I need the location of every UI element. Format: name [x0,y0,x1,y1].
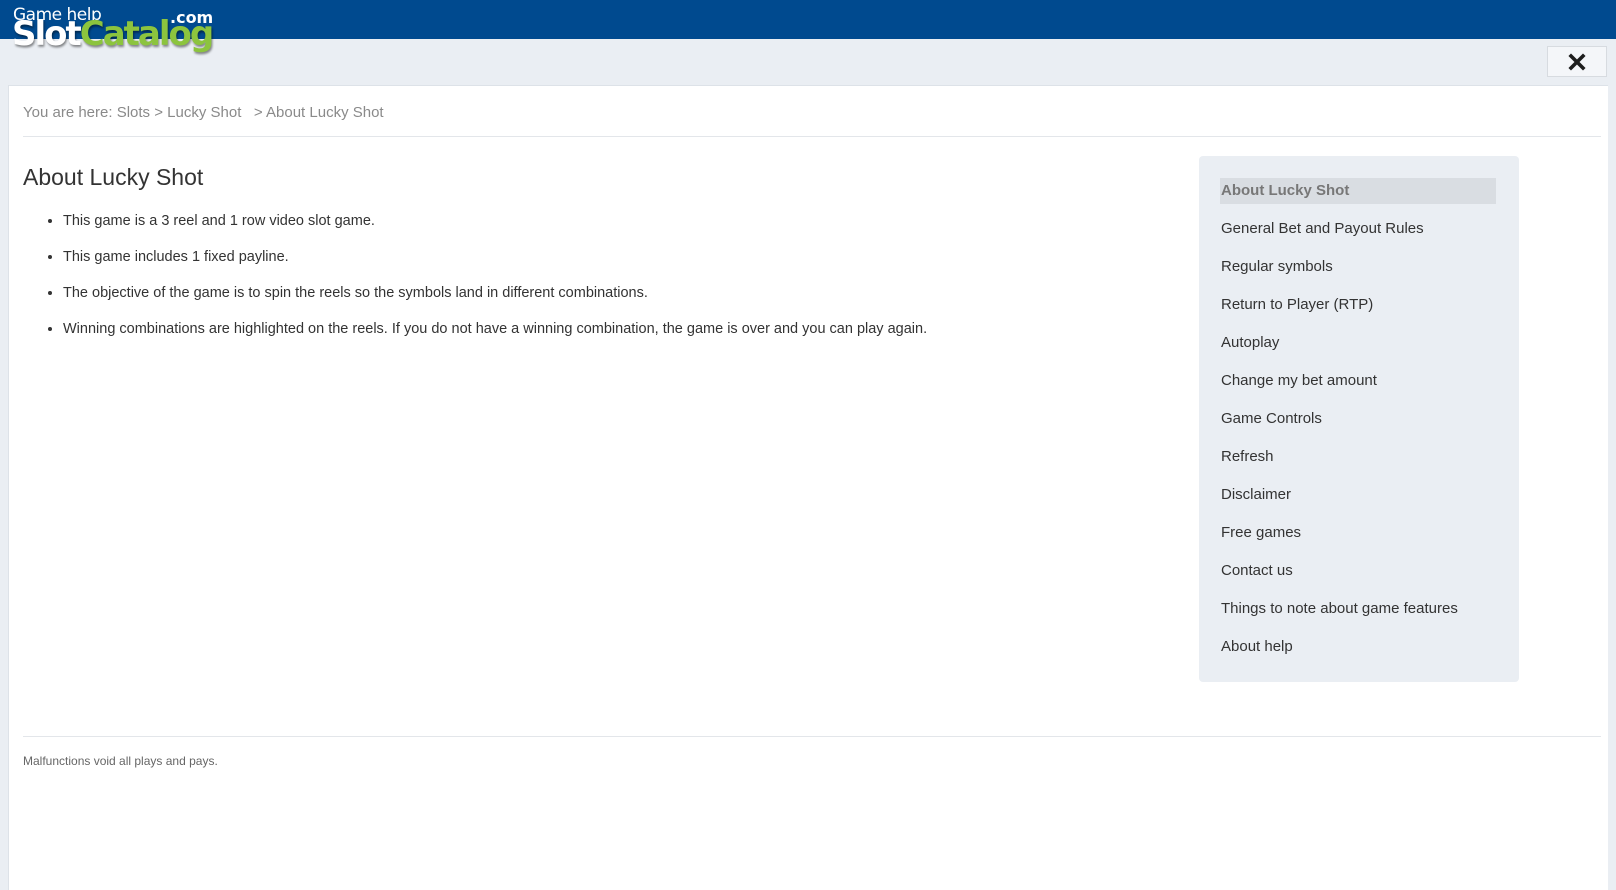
sidebar-item-label: Disclaimer [1221,486,1292,503]
sidebar-item-label: About help [1221,638,1293,655]
about-bullet-list: This game is a 3 reel and 1 row video sl… [23,212,927,356]
header-divider [23,136,1601,137]
logo-brand-part2: Catalog [79,14,214,54]
sidebar-item-label: Regular symbols [1221,258,1333,275]
sidebar-item-contact-us[interactable]: Contact us [1220,558,1496,596]
breadcrumb-separator: > [154,104,163,121]
sidebar-item-return-to-player[interactable]: Return to Player (RTP) [1220,292,1496,330]
sidebar-item-label: Things to note about game features [1221,600,1458,617]
sidebar-item-about-help[interactable]: About help [1220,634,1496,672]
breadcrumb-current: About Lucky Shot [266,104,384,121]
breadcrumb-separator: > [253,104,263,121]
breadcrumb: You are here: Slots > Lucky Shot > About… [23,104,384,121]
help-content-panel: You are here: Slots > Lucky Shot > About… [8,85,1608,890]
page-title: About Lucky Shot [23,164,204,190]
sidebar-item-general-bet-and-payout-rules[interactable]: General Bet and Payout Rules [1220,216,1496,254]
sidebar-item-refresh[interactable]: Refresh [1220,444,1496,482]
list-item: The objective of the game is to spin the… [63,284,927,320]
sidebar-item-label: Game Controls [1221,410,1322,427]
top-bar: Game help .com SlotCatalog [0,0,1616,54]
list-item: This game is a 3 reel and 1 row video sl… [63,212,927,248]
footer-disclaimer: Malfunctions void all plays and pays. [23,754,218,768]
sidebar-item-regular-symbols[interactable]: Regular symbols [1220,254,1496,292]
sidebar-item-change-my-bet-amount[interactable]: Change my bet amount [1220,368,1496,406]
breadcrumb-prefix: You are here: [23,104,113,121]
sidebar-item-free-games[interactable]: Free games [1220,520,1496,558]
sidebar-item-game-controls[interactable]: Game Controls [1220,406,1496,444]
list-item: Winning combinations are highlighted on … [63,320,927,356]
sidebar-item-disclaimer[interactable]: Disclaimer [1220,482,1496,520]
sidebar-item-label: Refresh [1221,448,1274,465]
close-button[interactable] [1547,46,1607,77]
logo-brand: SlotCatalog [12,14,214,54]
close-icon [1568,52,1586,71]
sidebar-item-about-lucky-shot[interactable]: About Lucky Shot [1220,178,1496,216]
sidebar-item-label: Autoplay [1221,334,1280,351]
sidebar-item-label: Contact us [1221,562,1293,579]
sidebar-item-label: Return to Player (RTP) [1221,296,1374,313]
help-topics-sidebar: About Lucky Shot General Bet and Payout … [1199,156,1519,682]
sidebar-item-label: About Lucky Shot [1220,178,1496,204]
sidebar-item-autoplay[interactable]: Autoplay [1220,330,1496,368]
sidebar-item-things-to-note[interactable]: Things to note about game features [1220,596,1496,634]
sidebar-item-label: Free games [1221,524,1302,541]
breadcrumb-link-lucky-shot[interactable]: Lucky Shot [167,104,241,121]
sidebar-item-label: General Bet and Payout Rules [1221,220,1424,237]
list-item: This game includes 1 fixed payline. [63,248,927,284]
breadcrumb-link-slots[interactable]: Slots [117,104,150,121]
sidebar-item-label: Change my bet amount [1221,372,1377,389]
logo-brand-part1: Slot [12,14,82,54]
slotcatalog-logo[interactable]: Game help .com SlotCatalog [12,2,214,58]
footer-divider [23,736,1601,737]
